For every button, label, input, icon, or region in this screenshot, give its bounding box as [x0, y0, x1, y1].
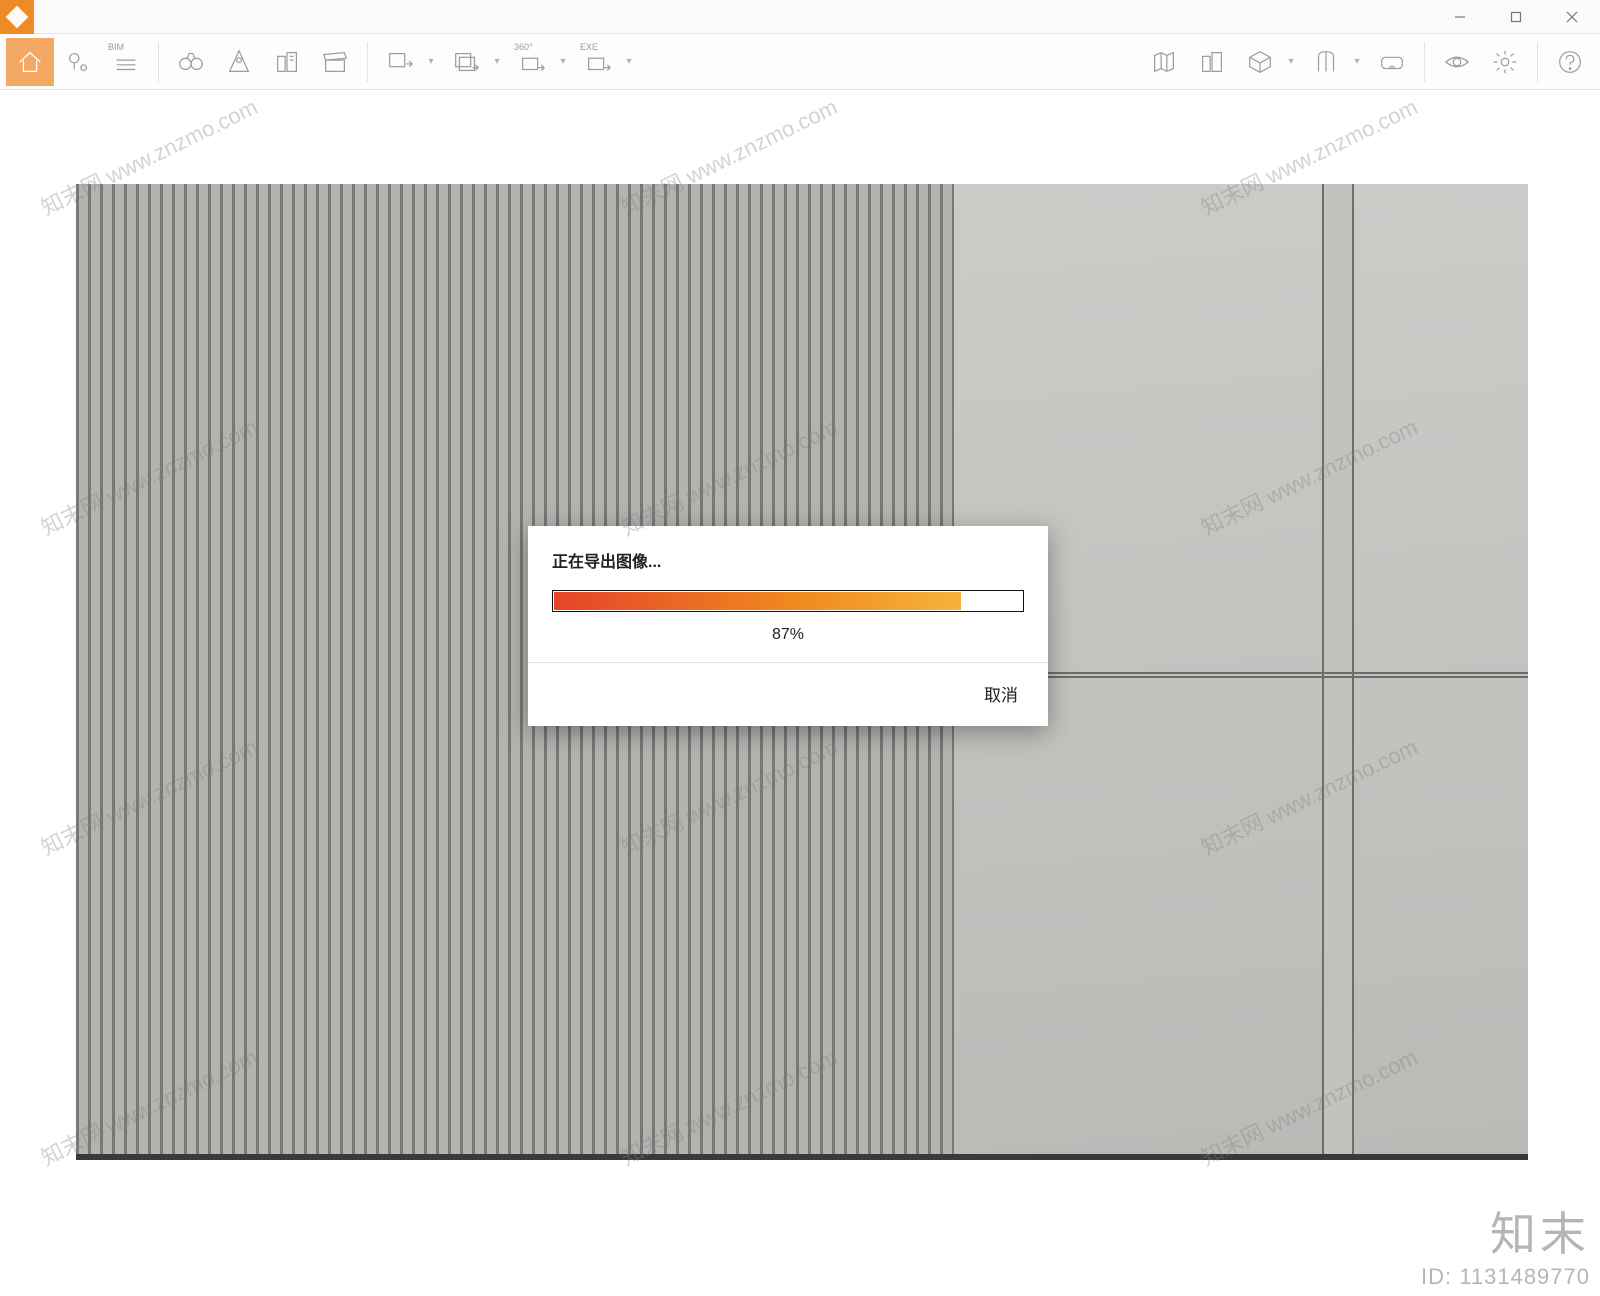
export-image-button[interactable] [376, 38, 424, 86]
titlebar [0, 0, 1600, 34]
viewport: 正在导出图像... 87% 取消 [0, 90, 1600, 1296]
export-exe-button[interactable]: EXE [574, 38, 622, 86]
progress-percent: 87% [552, 612, 1024, 648]
render-baseboard [954, 1154, 1528, 1160]
export-image-dropdown[interactable]: ▾ [424, 56, 438, 67]
toolbar-divider [1424, 42, 1425, 82]
binoculars-button[interactable] [167, 38, 215, 86]
close-button[interactable] [1544, 0, 1600, 34]
visibility-button[interactable] [1433, 38, 1481, 86]
export-360-label: 360° [514, 42, 533, 52]
vr-button[interactable] [1368, 38, 1416, 86]
toolbar-divider [158, 42, 159, 82]
minimize-button[interactable] [1432, 0, 1488, 34]
bim-button[interactable]: BIM [102, 38, 150, 86]
export-exe-label: EXE [580, 42, 598, 52]
buildings-right-button[interactable] [1188, 38, 1236, 86]
bim-label: BIM [108, 42, 124, 52]
progress-fill [554, 592, 961, 610]
app-logo-icon [0, 0, 34, 34]
walkthrough-button[interactable] [215, 38, 263, 86]
progress-bar [552, 590, 1024, 612]
help-button[interactable] [1546, 38, 1594, 86]
export-360-button[interactable]: 360° [508, 38, 556, 86]
maximize-button[interactable] [1488, 0, 1544, 34]
map-button[interactable] [1140, 38, 1188, 86]
cube-dropdown[interactable]: ▾ [1284, 56, 1298, 67]
toolbar-divider [1537, 42, 1538, 82]
export-sequence-dropdown[interactable]: ▾ [490, 56, 504, 67]
export-progress-dialog: 正在导出图像... 87% 取消 [528, 526, 1048, 726]
gate-dropdown[interactable]: ▾ [1350, 56, 1364, 67]
export-sequence-button[interactable] [442, 38, 490, 86]
settings-button[interactable] [1481, 38, 1529, 86]
cancel-button[interactable]: 取消 [974, 675, 1028, 712]
export-360-dropdown[interactable]: ▾ [556, 56, 570, 67]
home-button[interactable] [6, 38, 54, 86]
location-button[interactable] [54, 38, 102, 86]
toolbar-divider [367, 42, 368, 82]
cube-button[interactable] [1236, 38, 1284, 86]
movie-button[interactable] [311, 38, 359, 86]
buildings-button[interactable] [263, 38, 311, 86]
gate-button[interactable] [1302, 38, 1350, 86]
main-toolbar: BIM ▾ ▾ 360° ▾ EXE ▾ ▾ ▾ [0, 34, 1600, 90]
dialog-title: 正在导出图像... [552, 548, 1024, 572]
export-exe-dropdown[interactable]: ▾ [622, 56, 636, 67]
